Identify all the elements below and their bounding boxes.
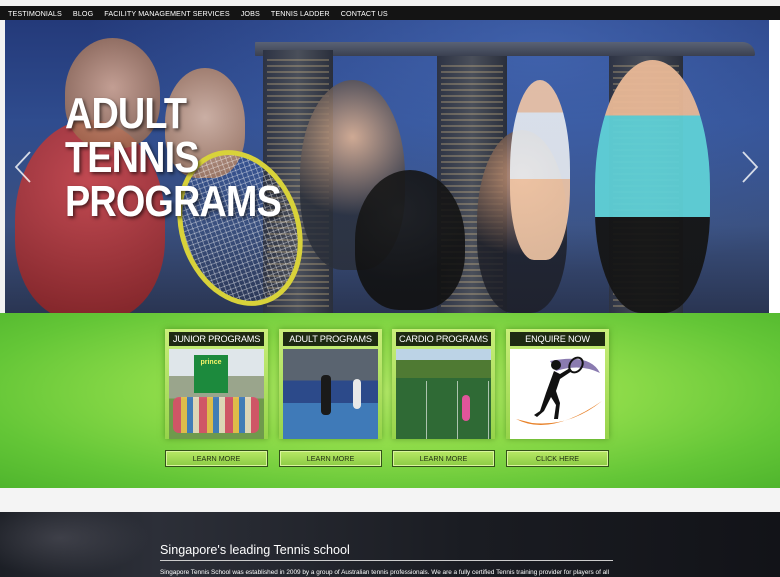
chevron-right-icon <box>742 151 759 183</box>
hero-title-line: TENNIS <box>65 133 199 182</box>
learn-more-button[interactable]: LEARN MORE <box>279 450 382 467</box>
program-card-link[interactable]: ADULT PROGRAMS <box>279 329 382 439</box>
card-heading: CARDIO PROGRAMS <box>396 332 491 346</box>
click-here-button[interactable]: CLICK HERE <box>506 450 609 467</box>
card-image-enquire <box>510 349 605 439</box>
about-title: Singapore's leading Tennis school <box>160 543 350 557</box>
learn-more-button[interactable]: LEARN MORE <box>165 450 268 467</box>
card-image-junior: prince <box>169 349 264 439</box>
hero-title-line: ADULT <box>65 89 187 138</box>
player-graphic <box>462 395 470 421</box>
hero-title: ADULT TENNIS PROGRAMS <box>65 89 282 226</box>
nav-item-contact-us[interactable]: CONTACT US <box>341 9 388 18</box>
program-card-cardio: CARDIO PROGRAMS LEARN MORE <box>392 329 495 467</box>
prince-logo: prince <box>194 355 228 393</box>
kids-group-graphic <box>173 397 259 433</box>
card-image-cardio <box>396 349 491 439</box>
nav-item-blog[interactable]: BLOG <box>73 9 93 18</box>
slider-next-button[interactable] <box>740 150 760 184</box>
about-divider <box>160 560 613 561</box>
nav-item-testimonials[interactable]: TESTIMONIALS <box>8 9 62 18</box>
card-heading: ADULT PROGRAMS <box>283 332 378 346</box>
card-heading: JUNIOR PROGRAMS <box>169 332 264 346</box>
player-graphic <box>321 375 331 415</box>
nav-item-tennis-ladder[interactable]: TENNIS LADDER <box>271 9 330 18</box>
card-heading: ENQUIRE NOW <box>510 332 605 346</box>
page-margin <box>769 20 780 313</box>
programs-band: JUNIOR PROGRAMS prince LEARN MORE ADULT … <box>0 313 780 488</box>
about-text: Singapore Tennis School was established … <box>160 569 610 576</box>
nav-item-jobs[interactable]: JOBS <box>241 9 260 18</box>
program-card-junior: JUNIOR PROGRAMS prince LEARN MORE <box>165 329 268 467</box>
program-card-link[interactable]: CARDIO PROGRAMS <box>392 329 495 439</box>
hero-photo-player <box>595 60 710 313</box>
program-card-enquire: ENQUIRE NOW CLICK HERE <box>506 329 609 467</box>
learn-more-button[interactable]: LEARN MORE <box>392 450 495 467</box>
about-section: Singapore's leading Tennis school Singap… <box>0 512 780 577</box>
program-card-link[interactable]: ENQUIRE NOW <box>506 329 609 439</box>
hero-slider: ADULT TENNIS PROGRAMS <box>5 20 769 313</box>
tennis-player-icon <box>516 356 602 425</box>
player-graphic <box>353 379 361 409</box>
program-card-link[interactable]: JUNIOR PROGRAMS prince <box>165 329 268 439</box>
hero-photo-player <box>510 80 570 260</box>
chevron-left-icon <box>14 151 31 183</box>
program-card-adult: ADULT PROGRAMS LEARN MORE <box>279 329 382 467</box>
hero-title-line: PROGRAMS <box>65 177 282 226</box>
card-image-adult <box>283 349 378 439</box>
hero-photo-player <box>355 170 465 310</box>
slider-prev-button[interactable] <box>13 150 33 184</box>
about-background-graphic <box>0 512 150 577</box>
nav-item-facility-management[interactable]: FACILITY MANAGEMENT SERVICES <box>104 9 229 18</box>
court-lines-graphic <box>396 381 491 439</box>
section-divider <box>0 488 780 512</box>
top-nav: TESTIMONIALS BLOG FACILITY MANAGEMENT SE… <box>0 6 780 20</box>
